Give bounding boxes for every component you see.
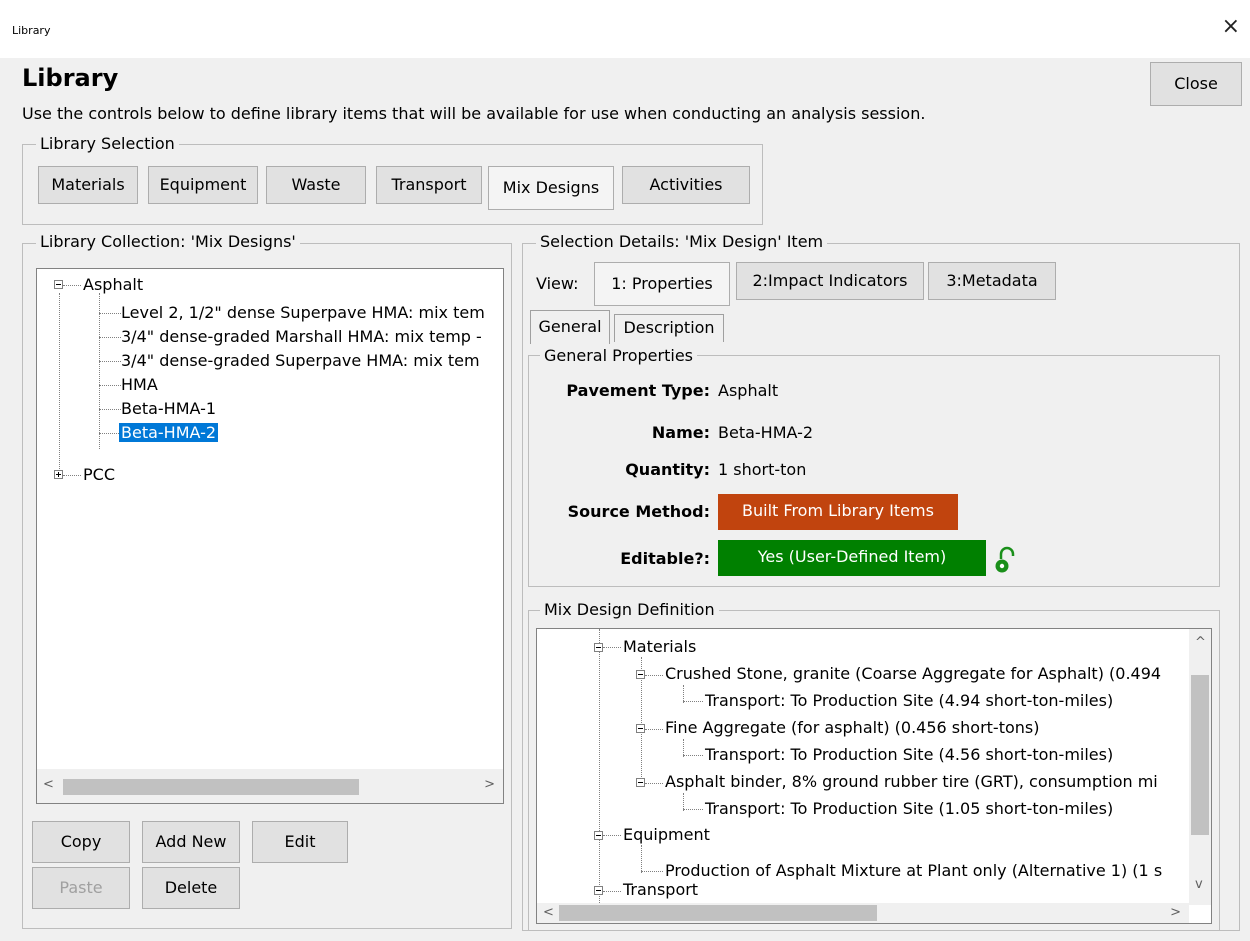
expand-pcc-icon[interactable] [54,470,63,479]
scroll-up-icon[interactable]: ^ [1195,635,1206,650]
mix-designs-button[interactable]: Mix Designs [488,166,614,210]
tree-node-asphalt[interactable]: Asphalt [83,275,143,294]
tree-node-pcc[interactable]: PCC [83,465,115,484]
mix-hscrollbar[interactable]: < > [537,903,1189,923]
collapse-equipment-icon[interactable] [594,831,603,840]
mix-node-transport-root[interactable]: Transport [623,880,698,899]
mix-node-asphalt-binder[interactable]: Asphalt binder, 8% ground rubber tire (G… [665,772,1158,791]
selection-details-legend: Selection Details: 'Mix Design' Item [536,232,828,251]
close-icon[interactable]: × [1222,16,1240,38]
tab-general[interactable]: General [530,310,610,344]
mix-node-crushed-stone[interactable]: Crushed Stone, granite (Coarse Aggregate… [665,664,1161,683]
copy-button[interactable]: Copy [32,821,130,863]
collapse-node-icon[interactable] [636,670,645,679]
add-new-button[interactable]: Add New [142,821,240,863]
quantity-value: 1 short-ton [718,460,807,479]
editable-badge: Yes (User-Defined Item) [718,540,986,576]
materials-button[interactable]: Materials [38,166,138,204]
transport-button[interactable]: Transport [376,166,482,204]
tree-node-item[interactable]: HMA [121,375,158,394]
collapse-transport-icon[interactable] [594,886,603,895]
unlock-icon [994,545,1018,575]
collapse-materials-icon[interactable] [594,643,603,652]
source-method-label: Source Method: [567,502,710,521]
scroll-thumb[interactable] [1191,675,1209,835]
collection-hscrollbar[interactable]: < > [37,769,503,803]
scroll-right-icon[interactable]: > [484,777,495,792]
collection-tree[interactable]: Asphalt Level 2, 1/2" dense Superpave HM… [36,268,504,804]
mix-node-production[interactable]: Production of Asphalt Mixture at Plant o… [665,861,1162,880]
mix-node-materials[interactable]: Materials [623,637,696,656]
tree-node-item[interactable]: 3/4" dense-graded Superpave HMA: mix tem [121,351,480,370]
general-properties-legend: General Properties [540,346,697,365]
pavement-type-label: Pavement Type: [566,381,710,400]
mix-node-fine-aggregate[interactable]: Fine Aggregate (for asphalt) (0.456 shor… [665,718,1039,737]
mix-node-transport[interactable]: Transport: To Production Site (4.56 shor… [705,745,1113,764]
window-titlebar: Library × [0,0,1250,58]
activities-button[interactable]: Activities [622,166,750,204]
tree-node-item[interactable]: Beta-HMA-1 [121,399,216,418]
tab-impact-indicators[interactable]: 2:Impact Indicators [736,262,924,300]
page-title: Library [22,64,119,92]
collapse-asphalt-icon[interactable] [54,280,63,289]
tree-node-item[interactable]: Level 2, 1/2" dense Superpave HMA: mix t… [121,303,485,322]
quantity-label: Quantity: [625,460,710,479]
tab-properties[interactable]: 1: Properties [594,262,730,306]
scroll-right-icon[interactable]: > [1170,905,1181,920]
library-collection-legend: Library Collection: 'Mix Designs' [36,232,300,251]
view-label: View: [536,274,579,293]
delete-button[interactable]: Delete [142,867,240,909]
paste-button[interactable]: Paste [32,867,130,909]
equipment-button[interactable]: Equipment [148,166,258,204]
mix-definition-tree[interactable]: Materials Crushed Stone, granite (Coarse… [536,628,1212,924]
scroll-down-icon[interactable]: v [1195,877,1203,892]
page-description: Use the controls below to define library… [22,104,926,123]
scroll-thumb[interactable] [559,905,877,921]
edit-button[interactable]: Edit [252,821,348,863]
name-value: Beta-HMA-2 [718,423,814,442]
mix-node-transport[interactable]: Transport: To Production Site (4.94 shor… [705,691,1113,710]
tab-metadata[interactable]: 3:Metadata [928,262,1056,300]
mix-node-transport[interactable]: Transport: To Production Site (1.05 shor… [705,799,1113,818]
name-label: Name: [651,423,710,442]
source-method-badge: Built From Library Items [718,494,958,530]
editable-label: Editable?: [620,549,710,568]
tree-node-item[interactable]: 3/4" dense-graded Marshall HMA: mix temp… [121,327,482,346]
collapse-node-icon[interactable] [636,724,645,733]
waste-button[interactable]: Waste [266,166,366,204]
scroll-left-icon[interactable]: < [543,905,554,920]
mix-node-equipment[interactable]: Equipment [623,825,710,844]
scroll-thumb[interactable] [63,779,359,795]
mix-vscrollbar[interactable]: ^ v [1189,629,1211,905]
scroll-left-icon[interactable]: < [43,777,54,792]
window-title: Library [12,24,51,37]
collapse-node-icon[interactable] [636,778,645,787]
close-button[interactable]: Close [1150,62,1242,106]
tab-description[interactable]: Description [614,314,724,342]
mix-definition-legend: Mix Design Definition [540,600,719,619]
library-selection-legend: Library Selection [36,134,179,153]
tree-node-selected[interactable]: Beta-HMA-2 [119,423,219,442]
pavement-type-value: Asphalt [718,381,779,400]
